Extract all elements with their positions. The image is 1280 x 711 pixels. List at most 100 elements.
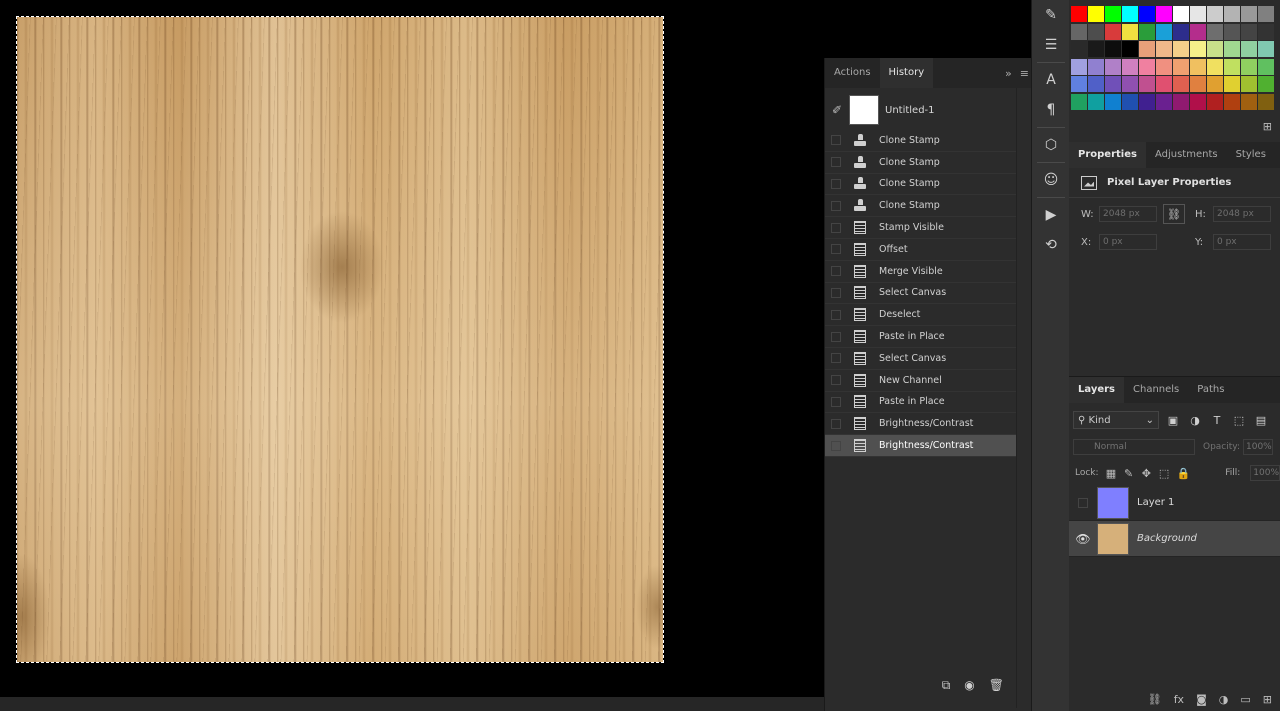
- color-swatch[interactable]: [1139, 6, 1155, 22]
- new-document-from-state-icon[interactable]: ⧉: [942, 678, 951, 693]
- width-field[interactable]: 2048 px: [1099, 206, 1157, 222]
- lock-paint-icon[interactable]: ✎: [1123, 467, 1134, 480]
- color-swatch[interactable]: [1224, 23, 1240, 40]
- color-swatch[interactable]: [1122, 93, 1138, 110]
- filter-smart-object-icon[interactable]: ▤: [1253, 414, 1269, 427]
- color-swatch[interactable]: [1241, 41, 1257, 57]
- color-swatch[interactable]: [1258, 6, 1274, 22]
- color-swatch[interactable]: [1122, 76, 1138, 92]
- color-swatch[interactable]: [1258, 93, 1274, 110]
- history-item[interactable]: Clone Stamp: [825, 152, 1016, 174]
- tab-paths[interactable]: Paths: [1188, 377, 1233, 403]
- color-swatch[interactable]: [1173, 23, 1189, 40]
- color-swatch[interactable]: [1156, 58, 1172, 75]
- history-checkbox[interactable]: [831, 178, 841, 189]
- color-swatch[interactable]: [1207, 6, 1223, 22]
- y-field[interactable]: 0 px: [1213, 234, 1271, 250]
- filter-pixel-icon[interactable]: ▣: [1165, 414, 1181, 427]
- color-swatch[interactable]: [1190, 41, 1206, 57]
- history-panel-icon[interactable]: ⟲: [1032, 230, 1070, 260]
- color-swatch[interactable]: [1258, 58, 1274, 75]
- color-swatch[interactable]: [1071, 41, 1087, 57]
- history-item[interactable]: Brightness/Contrast: [825, 413, 1016, 436]
- layer-row[interactable]: Layer 1: [1069, 485, 1280, 521]
- trash-icon[interactable]: 🗑: [989, 678, 1004, 692]
- color-swatch[interactable]: [1139, 58, 1155, 75]
- fx-icon[interactable]: fx: [1174, 693, 1184, 706]
- color-swatch[interactable]: [1071, 23, 1087, 40]
- color-swatch[interactable]: [1207, 41, 1223, 57]
- color-swatch[interactable]: [1139, 41, 1155, 57]
- lock-position-icon[interactable]: ✥: [1141, 467, 1152, 480]
- color-swatch[interactable]: [1224, 93, 1240, 110]
- color-swatch[interactable]: [1207, 58, 1223, 75]
- color-swatch[interactable]: [1139, 23, 1155, 40]
- filter-adjustment-icon[interactable]: ◑: [1187, 414, 1203, 427]
- history-brush-source-icon[interactable]: ✐: [825, 103, 849, 117]
- tab-channels[interactable]: Channels: [1124, 377, 1188, 403]
- x-field[interactable]: 0 px: [1099, 234, 1157, 250]
- add-mask-icon[interactable]: ◙: [1196, 693, 1207, 706]
- history-item[interactable]: Clone Stamp: [825, 130, 1016, 152]
- history-item[interactable]: Deselect: [825, 304, 1016, 327]
- color-swatch[interactable]: [1173, 93, 1189, 110]
- history-item[interactable]: Offset: [825, 239, 1016, 261]
- history-item[interactable]: Paste in Place: [825, 326, 1016, 348]
- color-swatch[interactable]: [1122, 6, 1138, 22]
- color-swatch[interactable]: [1258, 41, 1274, 57]
- color-swatch[interactable]: [1088, 58, 1104, 75]
- color-swatch[interactable]: [1207, 93, 1223, 110]
- color-swatch[interactable]: [1105, 93, 1121, 110]
- history-checkbox[interactable]: [831, 418, 841, 429]
- history-snapshot[interactable]: ✐ Untitled-1: [825, 92, 1016, 128]
- color-swatch[interactable]: [1241, 6, 1257, 22]
- color-swatch[interactable]: [1071, 93, 1087, 110]
- color-swatch[interactable]: [1122, 41, 1138, 57]
- color-swatch[interactable]: [1173, 41, 1189, 57]
- color-swatch[interactable]: [1156, 23, 1172, 40]
- filter-type-icon[interactable]: T: [1209, 414, 1225, 427]
- history-item-selected[interactable]: Brightness/Contrast: [825, 435, 1016, 457]
- color-swatch[interactable]: [1139, 76, 1155, 92]
- tab-properties[interactable]: Properties: [1069, 142, 1146, 168]
- camera-snapshot-icon[interactable]: ◉: [964, 678, 974, 692]
- color-swatch[interactable]: [1105, 41, 1121, 57]
- 3d-cube-icon[interactable]: ⬡: [1032, 130, 1070, 160]
- color-swatch[interactable]: [1122, 23, 1138, 40]
- color-swatch[interactable]: [1190, 23, 1206, 40]
- color-swatch[interactable]: [1071, 6, 1087, 22]
- history-checkbox[interactable]: [831, 396, 841, 407]
- history-checkbox[interactable]: [831, 266, 841, 277]
- color-swatch[interactable]: [1088, 93, 1104, 110]
- color-swatch[interactable]: [1156, 93, 1172, 110]
- tab-actions[interactable]: Actions: [825, 58, 880, 88]
- color-swatch[interactable]: [1156, 76, 1172, 92]
- new-swatch-icon[interactable]: ⊞: [1263, 120, 1272, 133]
- color-swatch[interactable]: [1224, 6, 1240, 22]
- history-item[interactable]: New Channel: [825, 370, 1016, 392]
- blend-mode-select[interactable]: Normal: [1073, 439, 1195, 455]
- color-swatch[interactable]: [1224, 41, 1240, 57]
- color-swatch[interactable]: [1071, 58, 1087, 75]
- history-checkbox[interactable]: [831, 331, 841, 342]
- history-item[interactable]: Select Canvas: [825, 283, 1016, 305]
- history-checkbox[interactable]: [831, 222, 841, 233]
- color-swatch[interactable]: [1071, 76, 1087, 92]
- new-layer-icon[interactable]: ⊞: [1263, 693, 1272, 706]
- new-group-icon[interactable]: ▭: [1240, 693, 1250, 706]
- tab-adjustments[interactable]: Adjustments: [1146, 142, 1227, 168]
- history-checkbox[interactable]: [831, 440, 841, 451]
- history-item[interactable]: Clone Stamp: [825, 174, 1016, 196]
- color-swatch[interactable]: [1241, 76, 1257, 92]
- color-swatch[interactable]: [1105, 6, 1121, 22]
- history-item[interactable]: Clone Stamp: [825, 195, 1016, 218]
- history-item[interactable]: Merge Visible: [825, 261, 1016, 283]
- play-actions-icon[interactable]: ▶: [1032, 200, 1070, 230]
- document-canvas-area[interactable]: [0, 0, 824, 697]
- tab-layers[interactable]: Layers: [1069, 377, 1124, 403]
- lock-transparent-icon[interactable]: ▦: [1106, 467, 1117, 480]
- color-swatch[interactable]: [1258, 76, 1274, 92]
- document-image-wood-texture[interactable]: [16, 16, 664, 663]
- color-swatch[interactable]: [1241, 23, 1257, 40]
- color-swatch[interactable]: [1088, 41, 1104, 57]
